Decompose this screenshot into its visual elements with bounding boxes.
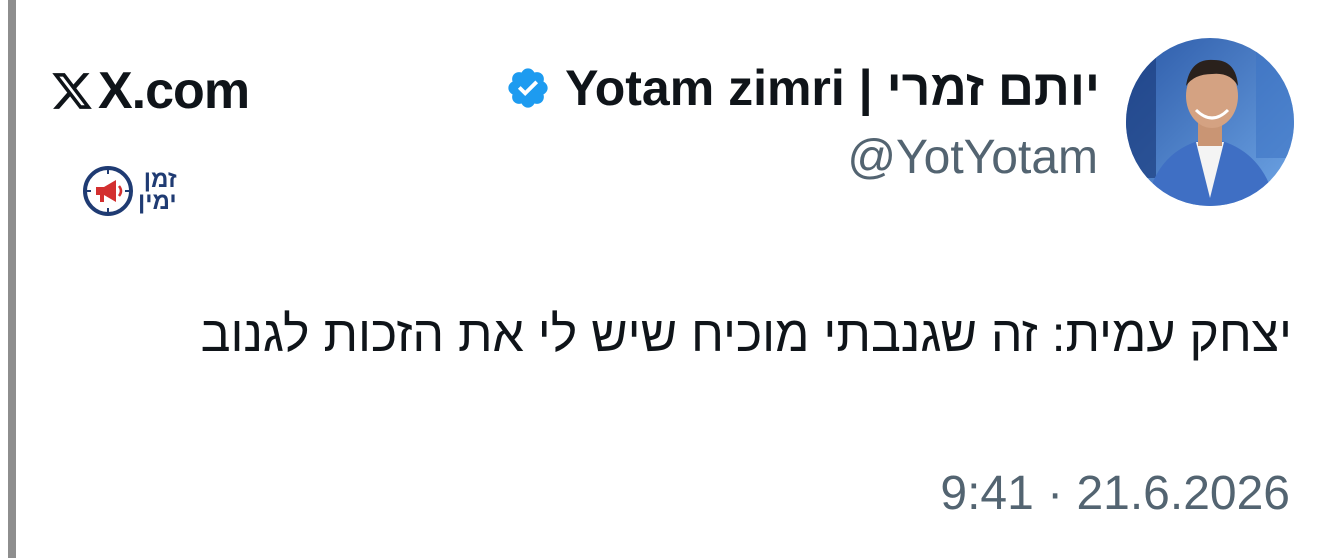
quote-side-bar — [8, 0, 16, 558]
verified-badge-icon — [508, 68, 548, 108]
brand-name: זמן ימין — [138, 168, 177, 215]
brand-watermark: זמן ימין — [82, 165, 177, 217]
x-logo-icon — [52, 73, 92, 109]
platform-name: X.com — [98, 62, 250, 120]
author-name-row: Yotam zimri | יותם זמרי — [505, 58, 1100, 118]
author-display-name[interactable]: Yotam zimri | יותם זמרי — [565, 59, 1100, 117]
tweet-text: יצחק עמית: זה שגנבתי מוכיח שיש לי את הזכ… — [200, 306, 1292, 362]
tweet-timestamp[interactable]: 9:41 · 21.6.2026 — [940, 466, 1290, 521]
megaphone-clock-icon — [83, 166, 133, 216]
author-handle[interactable]: @YotYotam — [847, 130, 1098, 185]
platform-logo: X.com — [50, 60, 250, 122]
avatar[interactable] — [1126, 38, 1294, 206]
brand-line-2: ימין — [138, 188, 177, 215]
